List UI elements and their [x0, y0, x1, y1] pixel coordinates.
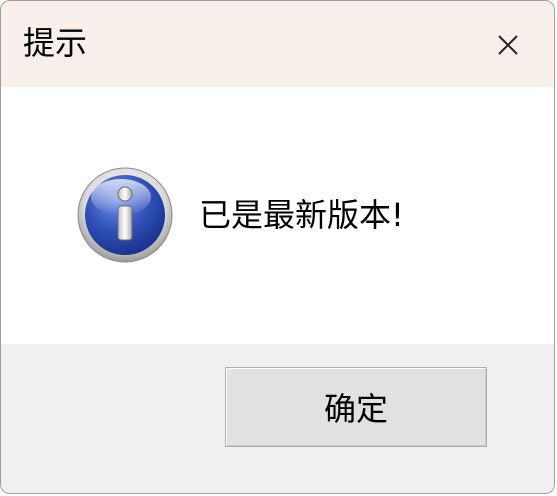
dialog-content: 已是最新版本!: [1, 87, 554, 344]
information-icon: [77, 167, 173, 263]
dialog-title: 提示: [23, 24, 88, 62]
dialog-message: 已是最新版本!: [199, 196, 404, 234]
dialog-titlebar: 提示: [1, 1, 554, 87]
close-icon: [498, 35, 518, 55]
ok-button[interactable]: 确定: [225, 367, 487, 447]
message-dialog: ─ ─ ─ ─ 提示: [0, 0, 555, 494]
close-button[interactable]: [488, 25, 528, 65]
dialog-footer: 确定: [1, 344, 554, 493]
